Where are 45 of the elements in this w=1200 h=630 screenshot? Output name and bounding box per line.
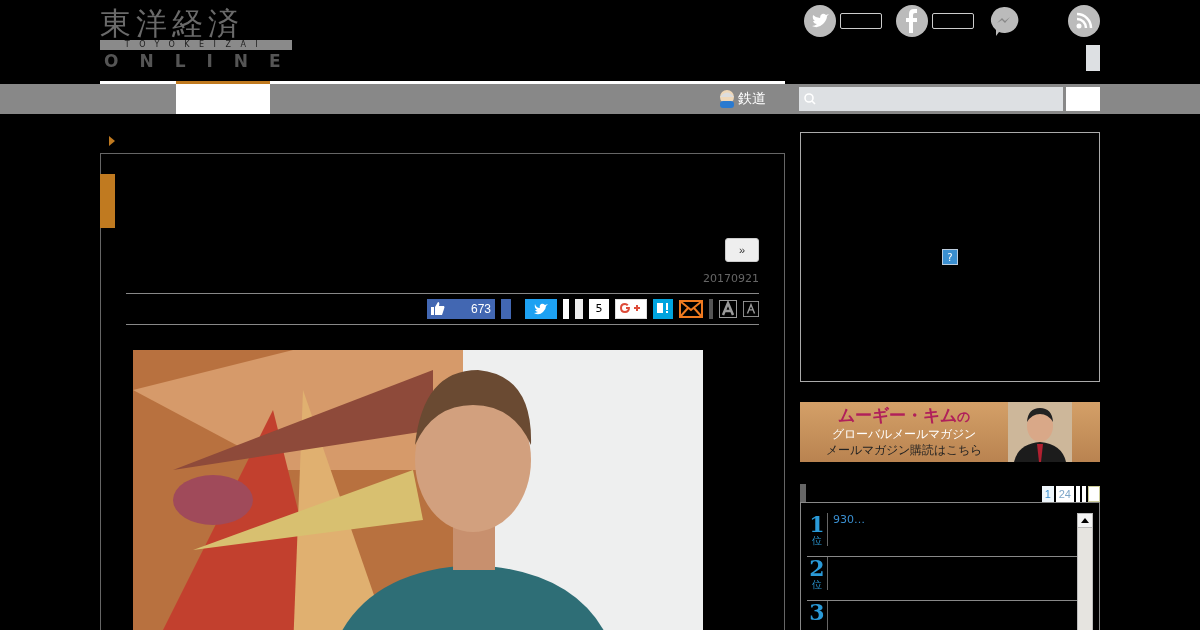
next-button[interactable]: » <box>725 237 759 262</box>
mail-icon[interactable] <box>679 299 703 318</box>
tweet-button[interactable] <box>525 298 557 319</box>
bird-icon <box>534 302 548 315</box>
bookmark-button[interactable] <box>653 298 673 319</box>
up-arrow-icon <box>1081 518 1089 523</box>
title-marker <box>100 174 115 228</box>
google-plus-button[interactable] <box>615 298 647 319</box>
article-date: 20170921 <box>703 271 759 285</box>
breadcrumb-arrow-icon <box>109 136 115 146</box>
help-icon[interactable]: ? <box>942 249 958 265</box>
search-field[interactable] <box>799 87 1063 111</box>
rank-unit: 位 <box>812 579 822 590</box>
search-icon <box>804 93 816 105</box>
scrollbar[interactable] <box>1077 513 1093 630</box>
share-count: 5 <box>589 298 609 319</box>
ranking-link[interactable]: 930… <box>828 513 870 527</box>
messenger-icon[interactable] <box>988 5 1020 37</box>
scroll-up-button[interactable] <box>1078 514 1092 528</box>
share-count-box <box>840 13 882 29</box>
google-plus-icon <box>620 301 642 314</box>
rss-icon[interactable] <box>1068 5 1100 37</box>
logo-online: ONLINE <box>103 50 292 72</box>
bookmark-icon <box>656 301 670 314</box>
newsletter-banner[interactable]: ムーギー・キムの グローバルメールマガジン メールマガジン購読はこちら <box>800 402 1100 462</box>
rank-unit: 位 <box>812 535 822 546</box>
banner-subtitle: グローバルメールマガジン <box>832 427 976 442</box>
ranking-tab[interactable]: 1 <box>1041 486 1054 502</box>
rank-number: 2 <box>809 557 825 579</box>
banner-cta: メールマガジン購読はこちら <box>826 443 982 458</box>
channel-link[interactable]: 鉄道 <box>718 90 766 108</box>
share-count-box <box>932 13 974 29</box>
font-small-icon[interactable] <box>743 300 759 317</box>
ranking-header-marker <box>800 484 806 502</box>
like-button[interactable]: 673 <box>427 298 495 319</box>
font-large-icon[interactable] <box>719 299 737 318</box>
bird-icon[interactable] <box>804 5 836 37</box>
mascot-icon <box>718 90 736 108</box>
rank-number: 1 <box>809 513 825 535</box>
logo-romaji: TOYOKEIZAI <box>100 40 292 50</box>
rank-number: 3 <box>809 601 825 623</box>
thumbs-up-icon <box>431 302 445 316</box>
facebook-icon[interactable] <box>896 5 928 37</box>
logo-kanji[interactable]: 東洋経済 <box>100 6 292 40</box>
banner-title: ムーギー・キムの <box>838 406 970 426</box>
